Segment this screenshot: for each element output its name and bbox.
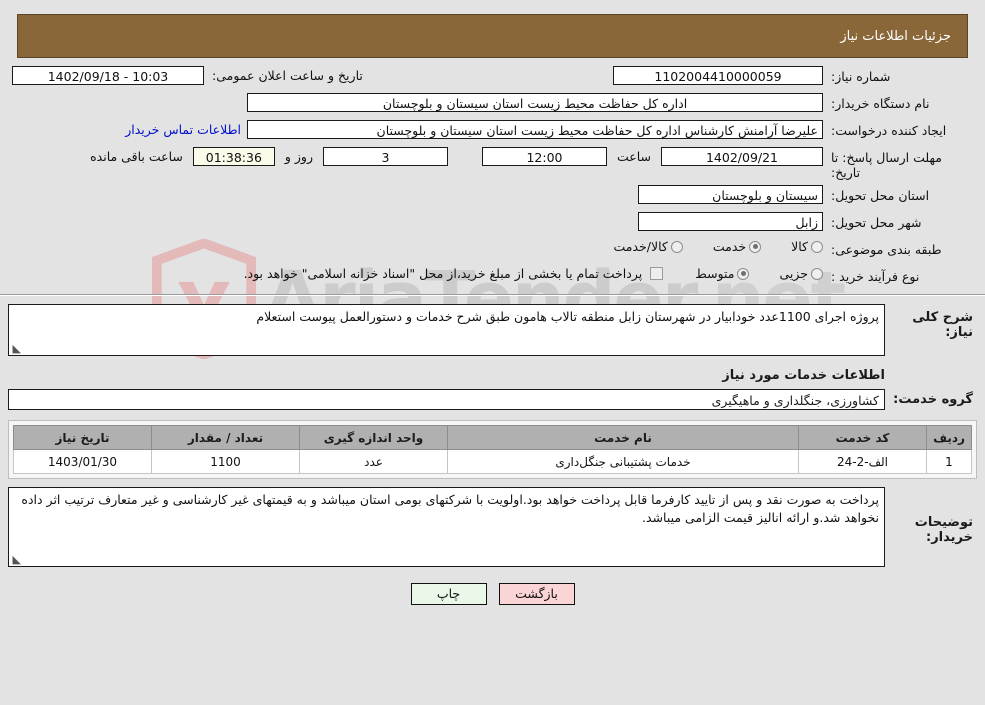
page-root: جزئیات اطلاعات نیاز شماره نیاز: 11020044… xyxy=(0,14,985,605)
row-buyer-org: نام دستگاه خریدار: اداره کل حفاظت محیط ز… xyxy=(12,93,973,115)
buyer-org-label: نام دستگاه خریدار: xyxy=(831,96,930,111)
buyer-org-value: اداره کل حفاظت محیط زیست استان سیستان و … xyxy=(247,93,823,112)
radio-label-jozii: جزیی xyxy=(779,266,808,281)
announce-datetime-value: 1402/09/18 - 10:03 xyxy=(12,66,204,85)
need-summary-label: شرح کلی نیاز: xyxy=(912,310,973,340)
th-row-no: ردیف xyxy=(926,425,972,450)
service-group-label: گروه خدمت: xyxy=(893,392,973,407)
deadline-label: مهلت ارسال پاسخ: تا تاریخ: xyxy=(831,150,942,180)
remaining-hours-label: ساعت باقی مانده xyxy=(90,149,183,164)
th-unit: واحد اندازه گیری xyxy=(299,425,448,450)
radio-label-kala-khedmat: کالا/خدمت xyxy=(613,239,668,254)
radio-option-kala[interactable]: کالا xyxy=(791,239,823,254)
back-button[interactable]: بازگشت xyxy=(498,583,575,605)
page-header-bar: جزئیات اطلاعات نیاز xyxy=(17,14,968,58)
services-section-title: اطلاعات خدمات مورد نیاز xyxy=(722,368,885,383)
service-group-row: گروه خدمت: کشاورزی، جنگلداری و ماهیگیری xyxy=(8,389,977,410)
radio-label-motavasset: متوسط xyxy=(695,266,735,281)
need-number-value: 1102004410000059 xyxy=(613,66,823,85)
buyer-notes-textarea[interactable]: پرداخت به صورت نقد و پس از تایید کارفرما… xyxy=(8,487,885,567)
buyer-notes-row: توضیحات خریدار: پرداخت به صورت نقد و پس … xyxy=(8,487,977,567)
cell-service-name: خدمات پشتیبانی جنگل‌داری xyxy=(447,449,799,474)
radio-indicator-khedmat[interactable] xyxy=(749,240,762,253)
resize-grip-icon-notes[interactable]: ◣ xyxy=(11,554,21,565)
cell-quantity: 1100 xyxy=(151,449,300,474)
resize-grip-icon[interactable]: ◣ xyxy=(11,343,21,354)
radio-option-motavasset[interactable]: متوسط xyxy=(695,266,750,281)
radio-option-jozii[interactable]: جزیی xyxy=(779,266,823,281)
th-quantity: تعداد / مقدار xyxy=(151,425,300,450)
page-title: جزئیات اطلاعات نیاز xyxy=(840,28,951,44)
cell-unit: عدد xyxy=(299,449,448,474)
radio-indicator-jozii[interactable] xyxy=(811,267,823,280)
deadline-time-value: 12:00 xyxy=(481,147,607,166)
cell-row-no: 1 xyxy=(926,449,972,474)
need-summary-textarea[interactable]: پروژه اجرای 1100عدد خودابیار در شهرستان … xyxy=(8,304,885,356)
row-delivery-province: استان محل تحویل: سیستان و بلوچستان xyxy=(12,185,973,207)
need-summary-text: پروژه اجرای 1100عدد خودابیار در شهرستان … xyxy=(256,309,879,324)
announce-datetime-label: تاریخ و ساعت اعلان عمومی: xyxy=(212,68,363,83)
th-need-date: تاریخ نیاز xyxy=(13,425,152,450)
table-row: 1 الف-2-24 خدمات پشتیبانی جنگل‌داری عدد … xyxy=(13,449,972,474)
divider-top xyxy=(0,294,985,296)
hour-label: ساعت xyxy=(616,149,651,164)
deadline-date-value: 1402/09/21 xyxy=(661,147,823,166)
radio-indicator-motavasset[interactable] xyxy=(737,267,750,280)
purchase-process-label: نوع فرآیند خرید : xyxy=(831,269,920,284)
days-and-label: روز و xyxy=(284,149,313,164)
row-delivery-city: شهر محل تحویل: زابل xyxy=(12,212,973,234)
radio-label-khedmat: خدمت xyxy=(712,239,747,254)
radio-option-kala-khedmat[interactable]: کالا/خدمت xyxy=(613,239,683,254)
print-button[interactable]: چاپ xyxy=(410,583,487,605)
cell-need-date: 1403/01/30 xyxy=(13,449,152,474)
treasury-docs-checkbox-row[interactable]: پرداخت تمام یا بخشی از مبلغ خرید،از محل … xyxy=(242,266,664,281)
radio-label-kala: کالا xyxy=(791,239,808,254)
table-header-row: ردیف کد خدمت نام خدمت واحد اندازه گیری ت… xyxy=(13,425,972,450)
row-purchase-process: نوع فرآیند خرید : جزیی متوسط پرداخت تمام… xyxy=(12,266,973,288)
request-creator-value: علیرضا آرامنش کارشناس اداره کل حفاظت محی… xyxy=(247,120,823,139)
row-need-number: شماره نیاز: 1102004410000059 تاریخ و ساع… xyxy=(12,66,973,88)
radio-indicator-kala-khedmat[interactable] xyxy=(670,240,683,253)
radio-indicator-kala[interactable] xyxy=(811,240,823,253)
buyer-notes-text: پرداخت به صورت نقد و پس از تایید کارفرما… xyxy=(21,492,879,525)
row-deadline: مهلت ارسال پاسخ: تا تاریخ: 1402/09/21 سا… xyxy=(12,147,973,180)
purchase-process-radio-group[interactable]: جزیی متوسط xyxy=(669,266,823,281)
radio-option-khedmat[interactable]: خدمت xyxy=(712,239,762,254)
remaining-days-value: 3 xyxy=(322,147,448,166)
buyer-contact-link[interactable]: اطلاعات تماس خریدار xyxy=(125,122,241,137)
subject-category-radio-group[interactable]: کالا خدمت کالا/خدمت xyxy=(587,239,823,254)
description-section: شرح کلی نیاز: پروژه اجرای 1100عدد خودابی… xyxy=(8,304,977,410)
subject-category-label: طبقه بندی موضوعی: xyxy=(831,242,942,257)
buyer-notes-section: توضیحات خریدار: پرداخت به صورت نقد و پس … xyxy=(8,487,977,567)
row-subject-category: طبقه بندی موضوعی: کالا خدمت کالا/خدمت xyxy=(12,239,973,261)
services-table: ردیف کد خدمت نام خدمت واحد اندازه گیری ت… xyxy=(13,425,972,474)
delivery-city-label: شهر محل تحویل: xyxy=(831,215,922,230)
services-table-wrapper: ردیف کد خدمت نام خدمت واحد اندازه گیری ت… xyxy=(8,420,977,479)
delivery-province-value: سیستان و بلوچستان xyxy=(638,185,823,204)
row-request-creator: ایجاد کننده درخواست: علیرضا آرامنش کارشن… xyxy=(12,120,973,142)
delivery-city-value: زابل xyxy=(638,212,823,231)
footer-actions: بازگشت چاپ xyxy=(0,583,985,605)
countdown-timer-value: 01:38:36 xyxy=(192,147,275,166)
delivery-province-label: استان محل تحویل: xyxy=(831,188,930,203)
th-service-code: کد خدمت xyxy=(798,425,927,450)
details-panel: شماره نیاز: 1102004410000059 تاریخ و ساع… xyxy=(4,66,981,288)
service-group-value: کشاورزی، جنگلداری و ماهیگیری xyxy=(8,389,885,410)
th-service-name: نام خدمت xyxy=(447,425,799,450)
need-number-label: شماره نیاز: xyxy=(831,69,891,84)
need-summary-row: شرح کلی نیاز: پروژه اجرای 1100عدد خودابی… xyxy=(8,304,977,356)
treasury-docs-checkbox[interactable] xyxy=(650,267,664,280)
buyer-notes-label: توضیحات خریدار: xyxy=(914,515,973,545)
request-creator-label: ایجاد کننده درخواست: xyxy=(831,123,947,138)
treasury-docs-label: پرداخت تمام یا بخشی از مبلغ خرید،از محل … xyxy=(243,266,643,281)
cell-service-code: الف-2-24 xyxy=(798,449,927,474)
